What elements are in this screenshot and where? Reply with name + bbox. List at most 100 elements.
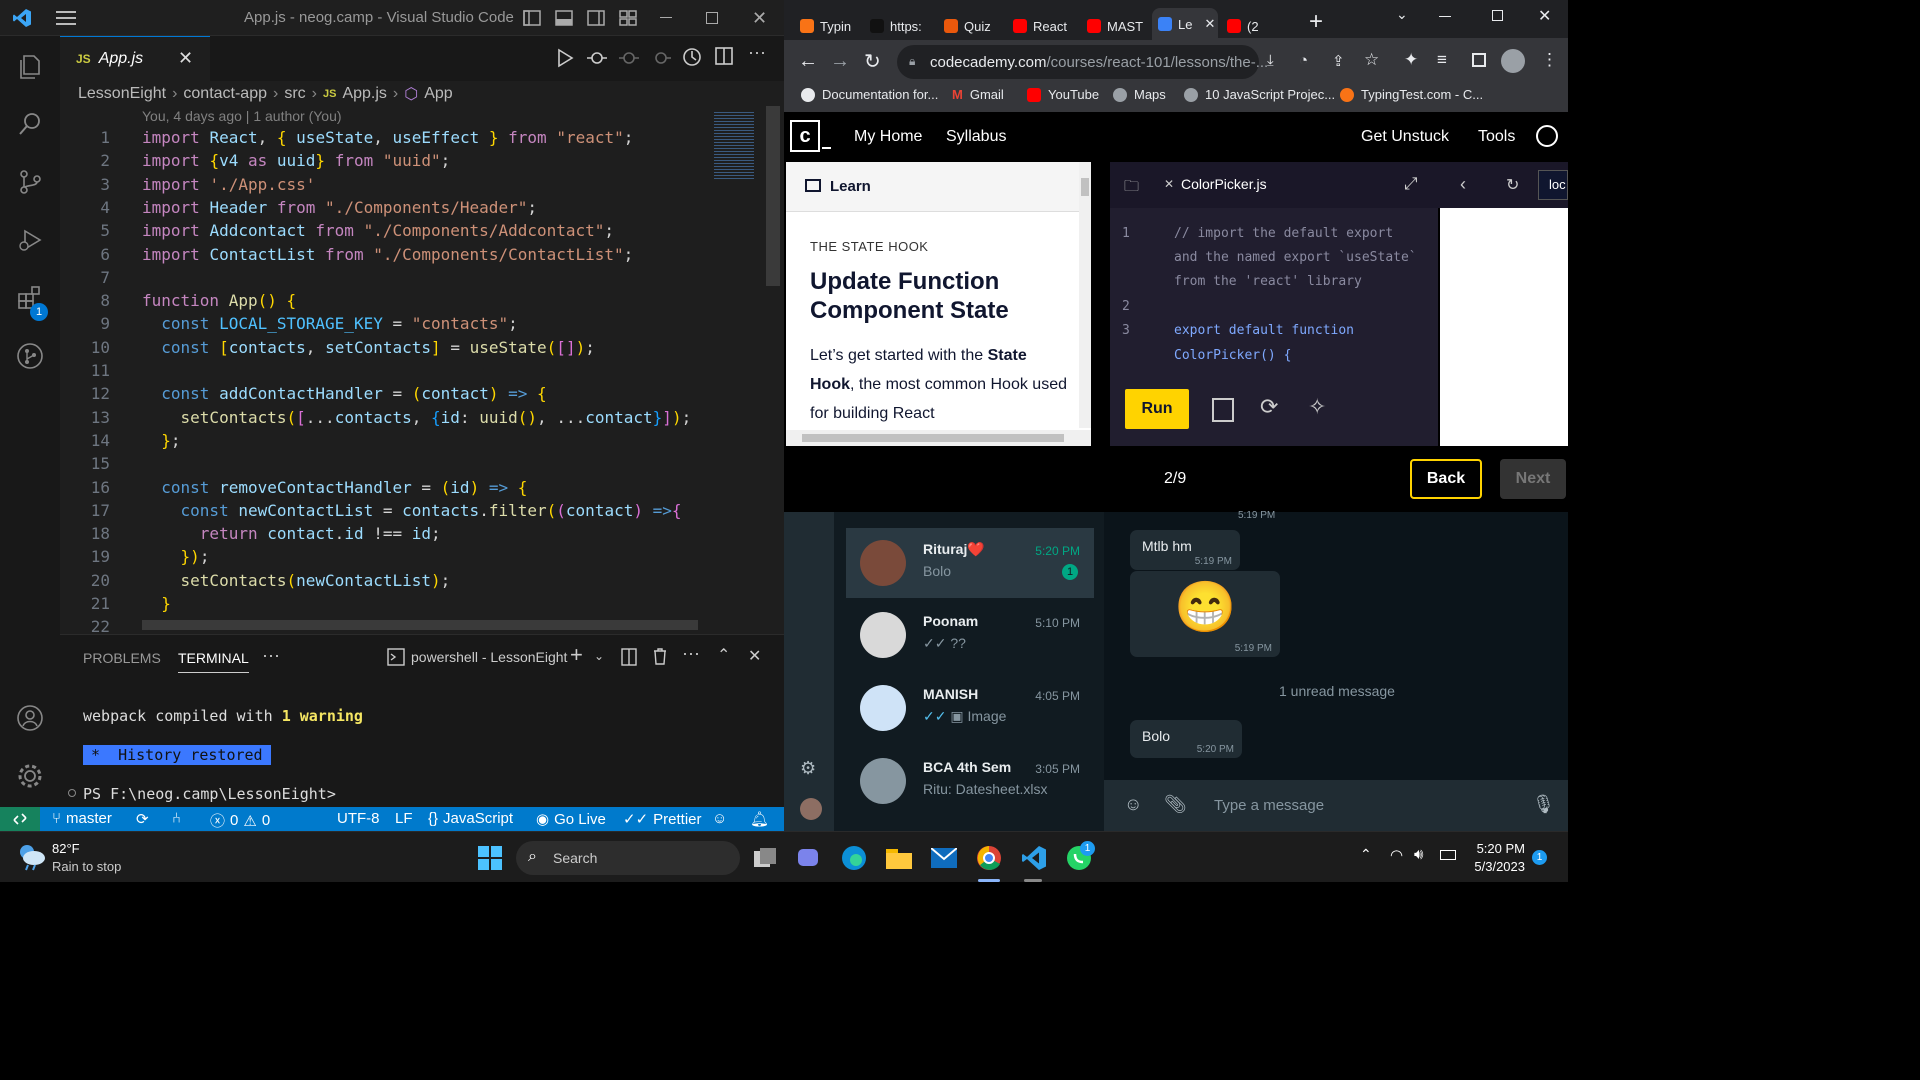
nav-my-home[interactable]: My Home	[854, 128, 922, 146]
maximize-panel-icon[interactable]: ⌃	[717, 645, 730, 665]
bookmark-item[interactable]: Documentation for...	[801, 87, 938, 102]
chat-list-item[interactable]: Poonam ✓✓ ?? 5:10 PM	[846, 600, 1094, 670]
notification-badge[interactable]: 1	[1532, 850, 1547, 865]
git-graph-icon[interactable]: ⑃	[172, 810, 181, 827]
emoji-icon[interactable]: ☺	[1124, 794, 1142, 815]
vscode-taskbar-icon[interactable]	[1020, 844, 1048, 872]
gitlens-icon[interactable]	[14, 340, 46, 372]
sync-icon[interactable]: ⟳	[136, 810, 149, 828]
task-view-icon[interactable]	[752, 844, 780, 872]
codecademy-logo[interactable]: c	[790, 120, 820, 152]
microphone-icon[interactable]: 🎙︎	[1532, 794, 1555, 815]
tab-search-icon[interactable]: ⌄	[1396, 6, 1408, 23]
tab-problems[interactable]: PROBLEMS	[83, 650, 161, 666]
code-line[interactable]: 12 const addContactHandler = (contact) =…	[60, 382, 708, 405]
chevron-down-icon[interactable]: ⌄	[594, 649, 604, 663]
edge-icon[interactable]	[840, 844, 868, 872]
code-line[interactable]: 3 import './App.css'	[60, 173, 708, 196]
code-line[interactable]: 20 setContacts(newContactList);	[60, 569, 708, 592]
side-panel-icon[interactable]	[1472, 53, 1486, 67]
code-line[interactable]: 11	[60, 359, 708, 382]
horizontal-scrollbar[interactable]	[786, 430, 1091, 446]
code-line[interactable]: 7	[60, 266, 708, 289]
attach-icon[interactable]: 📎︎	[1164, 794, 1187, 815]
clock-time[interactable]: 5:20 PM	[1476, 841, 1525, 856]
show-hidden-icons[interactable]: ⌃	[1360, 846, 1372, 863]
encoding-indicator[interactable]: UTF-8	[337, 810, 380, 827]
code-line[interactable]: 5 import Addcontact from "./Components/Ad…	[60, 219, 708, 242]
chat-list-item[interactable]: BCA 4th Sem Ritu: Datesheet.xlsx 3:05 PM	[846, 746, 1094, 816]
bookmark-item[interactable]: YouTube	[1027, 87, 1099, 102]
close-window-icon[interactable]: ✕	[752, 8, 767, 29]
back-button[interactable]: Back	[1410, 459, 1482, 499]
volume-icon[interactable]: 🔊︎	[1414, 846, 1423, 863]
code-line[interactable]: 2 import {v4 as uuid} from "uuid";	[60, 149, 708, 172]
message-bubble[interactable]: Mtlb hm 5:19 PM	[1130, 530, 1240, 570]
profile-avatar[interactable]	[800, 798, 822, 820]
close-tab-icon[interactable]: ✕	[178, 48, 193, 69]
bookmark-star-icon[interactable]: ☆	[1364, 50, 1379, 70]
run-button[interactable]: Run	[1125, 389, 1189, 429]
code-line[interactable]: 9 const LOCAL_STORAGE_KEY = "contacts";	[60, 312, 708, 335]
chrome-icon[interactable]	[975, 844, 1003, 872]
maximize-icon[interactable]	[1492, 10, 1503, 21]
code-line[interactable]: 1 import React, { useState, useEffect } f…	[60, 126, 708, 149]
code-line[interactable]: 16 const removeContactHandler = (id) => …	[60, 476, 708, 499]
code-line[interactable]: 15	[60, 452, 708, 475]
preview-url[interactable]: loc	[1538, 170, 1568, 200]
remote-indicator[interactable]	[0, 807, 40, 831]
browser-tab[interactable]: MAST	[1087, 14, 1143, 38]
code-line[interactable]: 1 // import the default export	[1110, 226, 1438, 248]
tab-terminal[interactable]: TERMINAL	[178, 650, 249, 673]
close-window-icon[interactable]: ✕	[1538, 6, 1551, 26]
browser-tab[interactable]: https:	[870, 14, 934, 38]
windows-start-icon[interactable]	[476, 844, 504, 872]
previous-change-icon[interactable]	[618, 48, 640, 73]
editor-scrollbar[interactable]	[766, 106, 780, 286]
browser-tab[interactable]: React	[1013, 14, 1077, 38]
explorer-icon[interactable]	[14, 50, 46, 82]
close-panel-icon[interactable]: ✕	[748, 646, 761, 666]
code-line[interactable]: 21 }	[60, 592, 708, 615]
source-control-icon[interactable]	[14, 166, 46, 198]
open-changes-icon[interactable]	[586, 48, 608, 73]
problems-indicator[interactable]: ⓧ 0 ⚠ 0	[210, 810, 270, 831]
message-bubble[interactable]: Bolo 5:20 PM	[1130, 720, 1242, 758]
teams-chat-icon[interactable]	[795, 844, 823, 872]
settings-icon[interactable]: ⚙	[800, 758, 816, 779]
breadcrumb-folder[interactable]: LessonEight	[78, 85, 166, 103]
menu-icon[interactable]	[56, 11, 76, 30]
mail-icon[interactable]	[930, 844, 958, 872]
file-tab-label[interactable]: ColorPicker.js	[1181, 176, 1267, 192]
branch-indicator[interactable]: ⑂ master	[52, 810, 112, 827]
clock-date[interactable]: 5/3/2023	[1462, 859, 1525, 874]
chevron-left-icon[interactable]: ‹	[1460, 174, 1466, 195]
folder-icon[interactable]: 🗀︎	[1124, 176, 1139, 201]
breadcrumb-file[interactable]: App.js	[342, 85, 386, 103]
code-line[interactable]: 14 };	[60, 429, 708, 452]
terminal-name[interactable]: powershell - LessonEight	[411, 649, 567, 665]
split-editor-icon[interactable]	[715, 47, 733, 70]
code-line[interactable]: from the 'react' library	[1110, 274, 1438, 296]
reload-icon[interactable]: ↻	[864, 49, 881, 74]
chrome-menu-icon[interactable]: ⋮	[1541, 50, 1558, 70]
next-button[interactable]: Next	[1500, 459, 1566, 499]
panel-more-icon[interactable]: ···	[262, 645, 280, 666]
browser-tab[interactable]: Quiz	[944, 14, 1002, 38]
code-line[interactable]: 13 setContacts([...contacts, {id: uuid()…	[60, 406, 708, 429]
bookmark-item[interactable]: TypingTest.com - C...	[1340, 87, 1483, 102]
code-line[interactable]: 19 });	[60, 545, 708, 568]
chat-list-item[interactable]: Rituraj❤️ Bolo 5:20 PM 1	[846, 528, 1094, 598]
wifi-icon[interactable]: ◠	[1390, 846, 1403, 864]
share-icon[interactable]: ⇪	[1332, 52, 1345, 70]
bookmark-item[interactable]: 10 JavaScript Projec...	[1184, 87, 1335, 102]
magic-wand-icon[interactable]: ✧	[1308, 394, 1326, 420]
address-bar[interactable]: 🔒︎ codecademy.com/courses/react-101/less…	[897, 45, 1268, 79]
file-explorer-icon[interactable]	[885, 844, 913, 872]
toggle-sidebar-icon[interactable]	[523, 9, 541, 32]
run-debug-icon[interactable]	[14, 224, 46, 256]
toggle-panel-icon[interactable]	[555, 9, 573, 32]
code-line[interactable]: 17 const newContactList = contacts.filte…	[60, 499, 708, 522]
chat-list-item[interactable]: MANISH ✓✓ ▣ Image 4:05 PM	[846, 673, 1094, 743]
settings-gear-icon[interactable]	[14, 760, 46, 792]
